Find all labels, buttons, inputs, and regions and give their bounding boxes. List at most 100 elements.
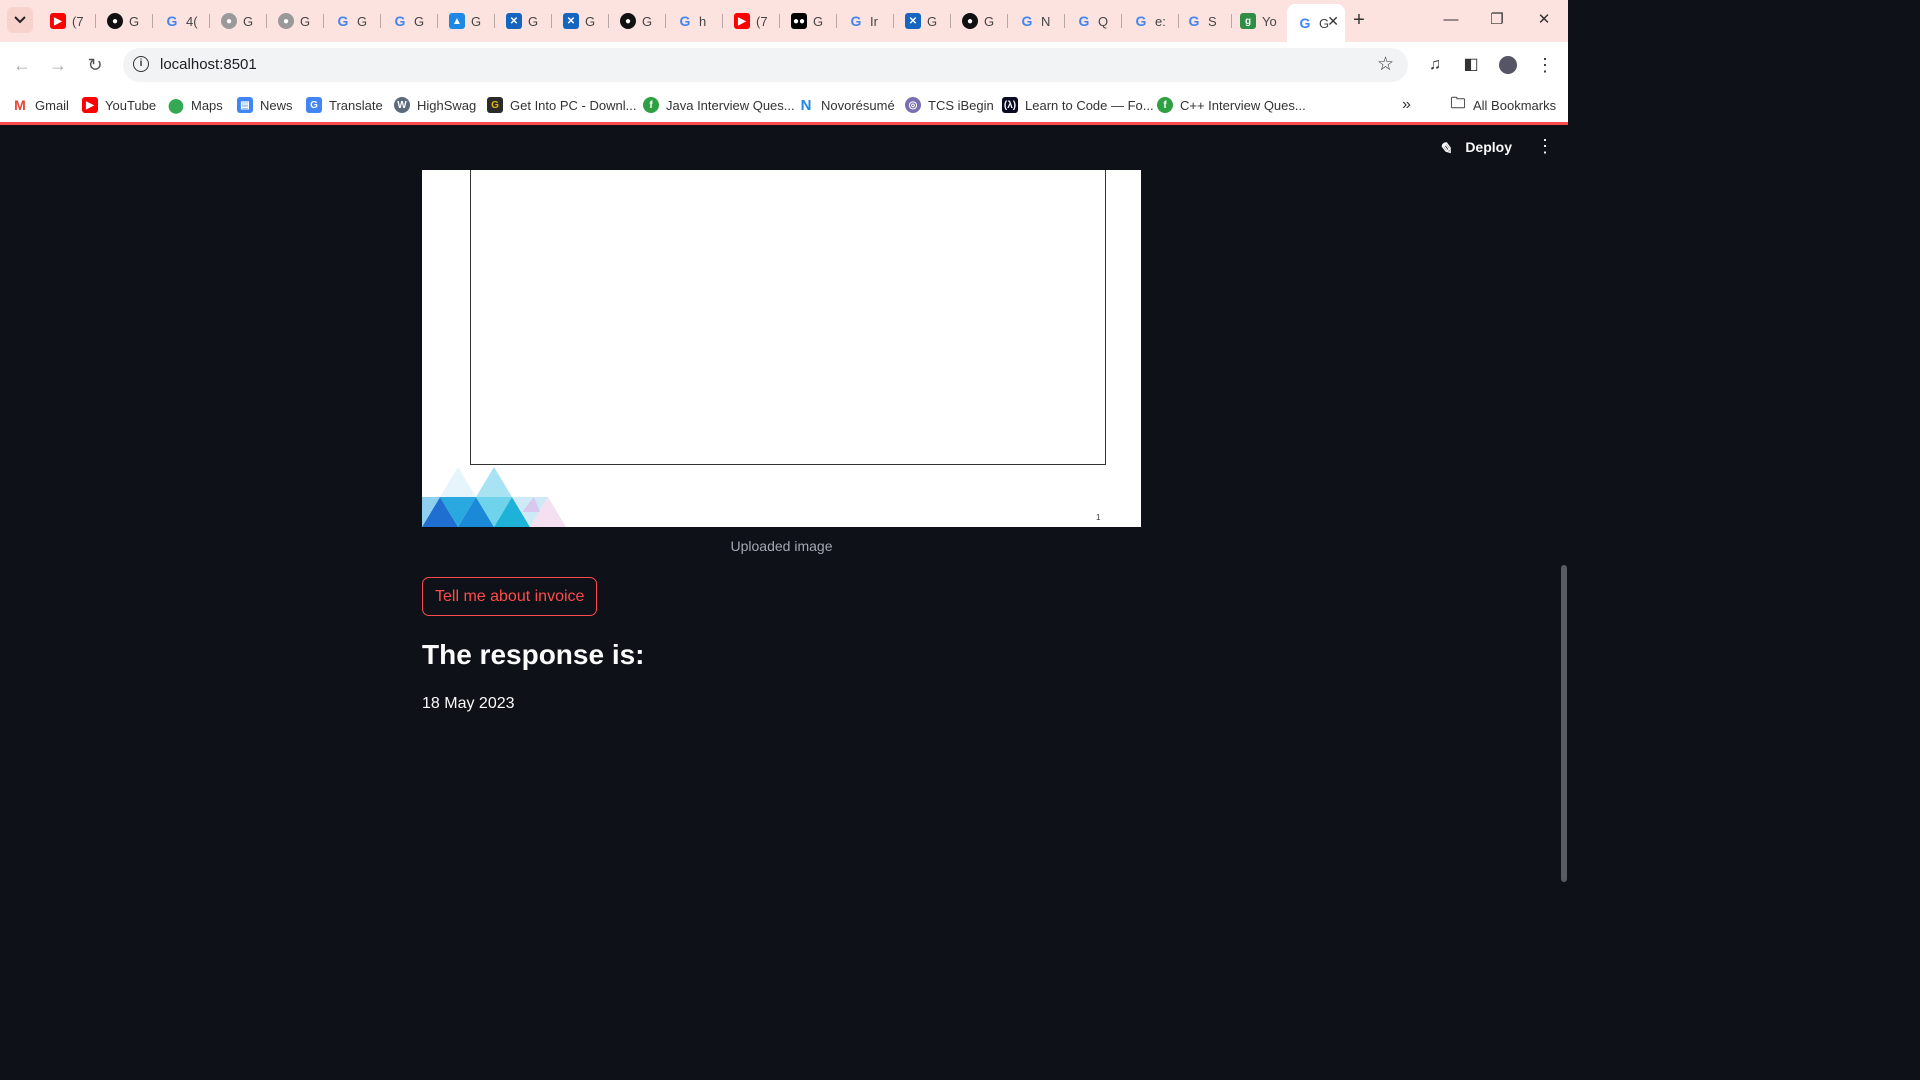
- bookmark-youtube[interactable]: ▶ YouTube: [82, 95, 156, 115]
- media-control-icon[interactable]: ♫: [1424, 54, 1446, 76]
- browser-tab[interactable]: g Yo: [1230, 8, 1286, 34]
- main-menu-icon[interactable]: ⋮: [1536, 137, 1554, 155]
- page-scrollbar[interactable]: [1561, 565, 1567, 882]
- forward-button[interactable]: →: [46, 53, 70, 77]
- bookmarks-bar: M Gmail ▶ YouTube ⬤ Maps ▤ News G Translate W…: [0, 88, 1568, 123]
- bookmark-highswag[interactable]: W HighSwag: [394, 95, 476, 115]
- browser-tab[interactable]: ● G: [97, 8, 153, 34]
- site-info-icon[interactable]: i: [133, 56, 149, 72]
- drive-icon: ▲: [449, 13, 465, 29]
- browser-tab[interactable]: ● G: [952, 8, 1008, 34]
- freecodecamp-icon: (λ): [1002, 97, 1018, 113]
- triangle-pattern-logo: [422, 467, 566, 527]
- restore-button[interactable]: ❐: [1477, 8, 1517, 32]
- edit-source-icon[interactable]: ✎: [1439, 139, 1452, 159]
- browser-tab-active[interactable]: G G ✕: [1287, 4, 1345, 42]
- getintopc-icon: G: [487, 97, 503, 113]
- google-icon: G: [1299, 15, 1311, 31]
- close-tab-icon[interactable]: ✕: [1327, 13, 1339, 30]
- tab-strip: ▶ (7 ● G G 4( ● G ● G GG GG ▲ G ✕ G ✕ G ● G Gh ▶(…: [0, 0, 1568, 42]
- browser-tab[interactable]: G 4(: [154, 8, 210, 34]
- github-icon: ●: [221, 13, 237, 29]
- browser-toolbar: ← → ↻ i localhost:8501 ☆ ♫ ◧ ⋮: [0, 42, 1568, 88]
- google-icon: G: [166, 13, 178, 29]
- browser-tab[interactable]: ✕ G: [553, 8, 609, 34]
- confluence-icon: ✕: [506, 13, 522, 29]
- image-caption: Uploaded image: [730, 538, 833, 554]
- url-text[interactable]: localhost:8501: [160, 56, 257, 73]
- browser-tab[interactable]: G Ir: [838, 8, 894, 34]
- youtube-icon: ▶: [50, 13, 66, 29]
- browser-tab[interactable]: ▶ (7: [724, 8, 780, 34]
- interview-icon: f: [643, 97, 659, 113]
- browser-tab[interactable]: ▶ (7: [40, 8, 96, 34]
- browser-tab[interactable]: GQ: [1066, 8, 1122, 34]
- browser-tab[interactable]: ● G: [211, 8, 267, 34]
- maps-icon: ⬤: [168, 96, 184, 113]
- browser-tab[interactable]: ✕ G: [496, 8, 552, 34]
- bookmark-translate[interactable]: G Translate: [306, 95, 383, 115]
- tell-me-about-invoice-button[interactable]: Tell me about invoice: [422, 577, 598, 616]
- bookmark-cpp-interview[interactable]: f C++ Interview Ques...: [1157, 95, 1306, 115]
- bookmark-maps[interactable]: ⬤ Maps: [168, 95, 223, 115]
- bookmark-java-interview[interactable]: f Java Interview Ques...: [643, 95, 795, 115]
- bookmark-news[interactable]: ▤ News: [237, 95, 293, 115]
- browser-tab[interactable]: ✕ G: [895, 8, 951, 34]
- reload-button[interactable]: ↻: [83, 53, 107, 77]
- bookmark-gmail[interactable]: M Gmail: [12, 95, 69, 115]
- tab-search-button[interactable]: [7, 7, 33, 33]
- minimize-button[interactable]: —: [1431, 8, 1471, 32]
- github-icon: ●: [278, 13, 294, 29]
- response-text: 18 May 2023: [422, 695, 515, 712]
- browser-tab[interactable]: Ge:: [1123, 8, 1179, 34]
- google-icon: G: [850, 13, 862, 29]
- github-icon: ●: [107, 13, 123, 29]
- interview-icon: f: [1157, 97, 1173, 113]
- youtube-icon: ▶: [82, 97, 98, 113]
- tcs-icon: ◎: [905, 97, 921, 113]
- browser-tab[interactable]: GG: [382, 8, 438, 34]
- gmail-icon: M: [14, 97, 26, 113]
- google-icon: G: [1078, 13, 1090, 29]
- side-panel-icon[interactable]: ◧: [1460, 54, 1482, 76]
- google-icon: G: [337, 13, 349, 29]
- close-window-button[interactable]: ✕: [1524, 8, 1564, 32]
- new-tab-button[interactable]: +: [1348, 9, 1370, 31]
- page-number: 1: [1096, 513, 1101, 522]
- browser-tab[interactable]: ●● G: [781, 8, 837, 34]
- deploy-button[interactable]: Deploy: [1459, 138, 1518, 156]
- folder-icon: 🗀: [1450, 94, 1466, 112]
- invoice-border-box: [470, 170, 1106, 465]
- browser-tab[interactable]: GS: [1176, 8, 1232, 34]
- browser-tab[interactable]: ● G: [268, 8, 324, 34]
- browser-menu-icon[interactable]: ⋮: [1534, 54, 1556, 76]
- browser-tab[interactable]: ● G: [610, 8, 666, 34]
- confluence-icon: ✕: [905, 13, 921, 29]
- translate-icon: G: [306, 97, 322, 113]
- bookmark-tcs-ibegin[interactable]: ◎ TCS iBegin: [905, 95, 994, 115]
- chevron-down-icon: [14, 16, 26, 24]
- news-icon: ▤: [237, 97, 253, 113]
- response-heading: The response is:: [422, 639, 645, 670]
- google-icon: G: [1021, 13, 1033, 29]
- profile-avatar[interactable]: [1497, 54, 1519, 76]
- bookmark-novoresume[interactable]: N Novorésumé: [798, 95, 895, 115]
- github-icon: ●: [962, 13, 978, 29]
- browser-tab[interactable]: GN: [1009, 8, 1065, 34]
- app-header: ✎ Deploy ⋮: [1268, 125, 1568, 171]
- browser-tab[interactable]: Gh: [667, 8, 723, 34]
- browser-tab[interactable]: GG: [325, 8, 381, 34]
- bookmark-star-icon[interactable]: ☆: [1377, 53, 1394, 76]
- google-icon: G: [679, 13, 691, 29]
- all-bookmarks-folder[interactable]: 🗀 All Bookmarks: [1450, 95, 1556, 115]
- more-bookmarks-icon[interactable]: »: [1402, 95, 1411, 115]
- wordpress-icon: W: [394, 97, 410, 113]
- address-bar[interactable]: i localhost:8501 ☆: [123, 48, 1408, 82]
- google-icon: G: [1188, 13, 1200, 29]
- gfg-icon: g: [1240, 13, 1256, 29]
- back-button[interactable]: ←: [10, 53, 34, 77]
- bookmark-getintopc[interactable]: G Get Into PC - Downl...: [487, 95, 636, 115]
- bookmark-freecodecamp[interactable]: (λ) Learn to Code — Fo...: [1002, 95, 1154, 115]
- uploaded-image: 1: [422, 170, 1141, 527]
- browser-tab[interactable]: ▲ G: [439, 8, 495, 34]
